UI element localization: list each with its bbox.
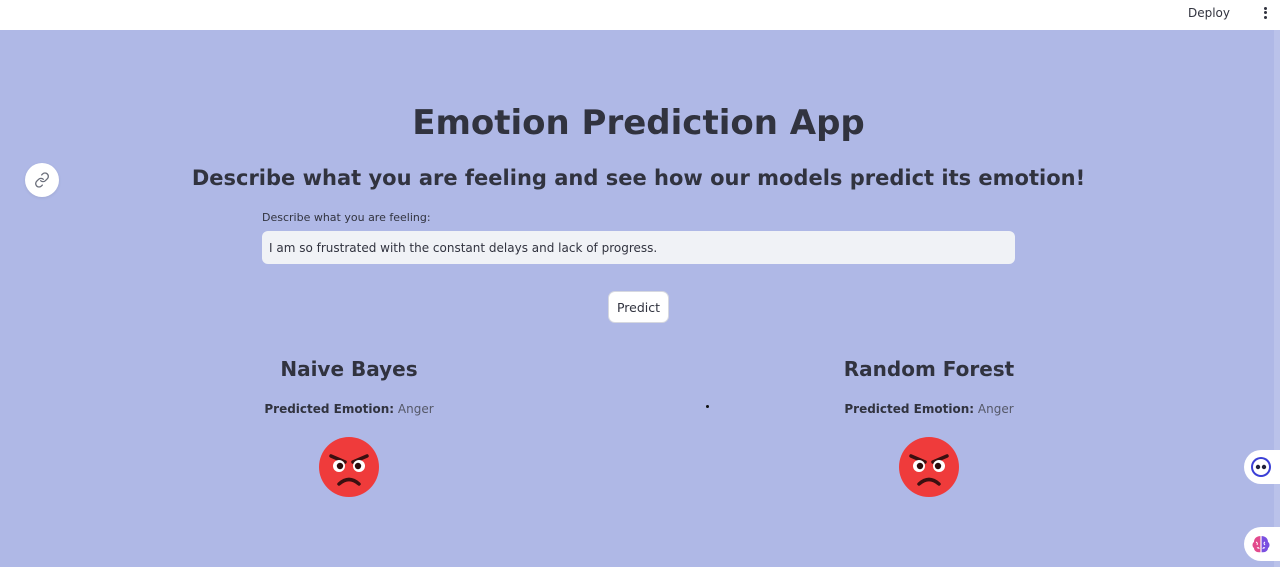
chat-bot-icon[interactable] <box>1244 450 1280 484</box>
random-forest-prediction: Predicted Emotion: Anger <box>799 402 1059 416</box>
deploy-button[interactable]: Deploy <box>1188 6 1230 20</box>
naive-bayes-prediction: Predicted Emotion: Anger <box>219 402 479 416</box>
page-title: Emotion Prediction App <box>412 103 865 143</box>
feeling-input-label: Describe what you are feeling: <box>262 211 431 224</box>
feeling-input[interactable] <box>262 231 1015 264</box>
predict-button[interactable]: Predict <box>608 291 669 323</box>
angry-face-icon <box>319 437 379 497</box>
prediction-value: Anger <box>977 402 1014 416</box>
prediction-label: Predicted Emotion: <box>844 402 975 416</box>
kebab-menu-icon[interactable] <box>1260 5 1270 21</box>
page-subtitle: Describe what you are feeling and see ho… <box>191 166 1086 190</box>
stray-dot <box>706 405 709 408</box>
random-forest-title: Random Forest <box>843 357 1015 381</box>
prediction-label: Predicted Emotion: <box>264 402 395 416</box>
brain-icon[interactable] <box>1244 527 1280 561</box>
top-bar: Deploy <box>0 0 1280 30</box>
naive-bayes-title: Naive Bayes <box>280 357 418 381</box>
angry-face-icon <box>899 437 959 497</box>
prediction-value: Anger <box>397 402 434 416</box>
